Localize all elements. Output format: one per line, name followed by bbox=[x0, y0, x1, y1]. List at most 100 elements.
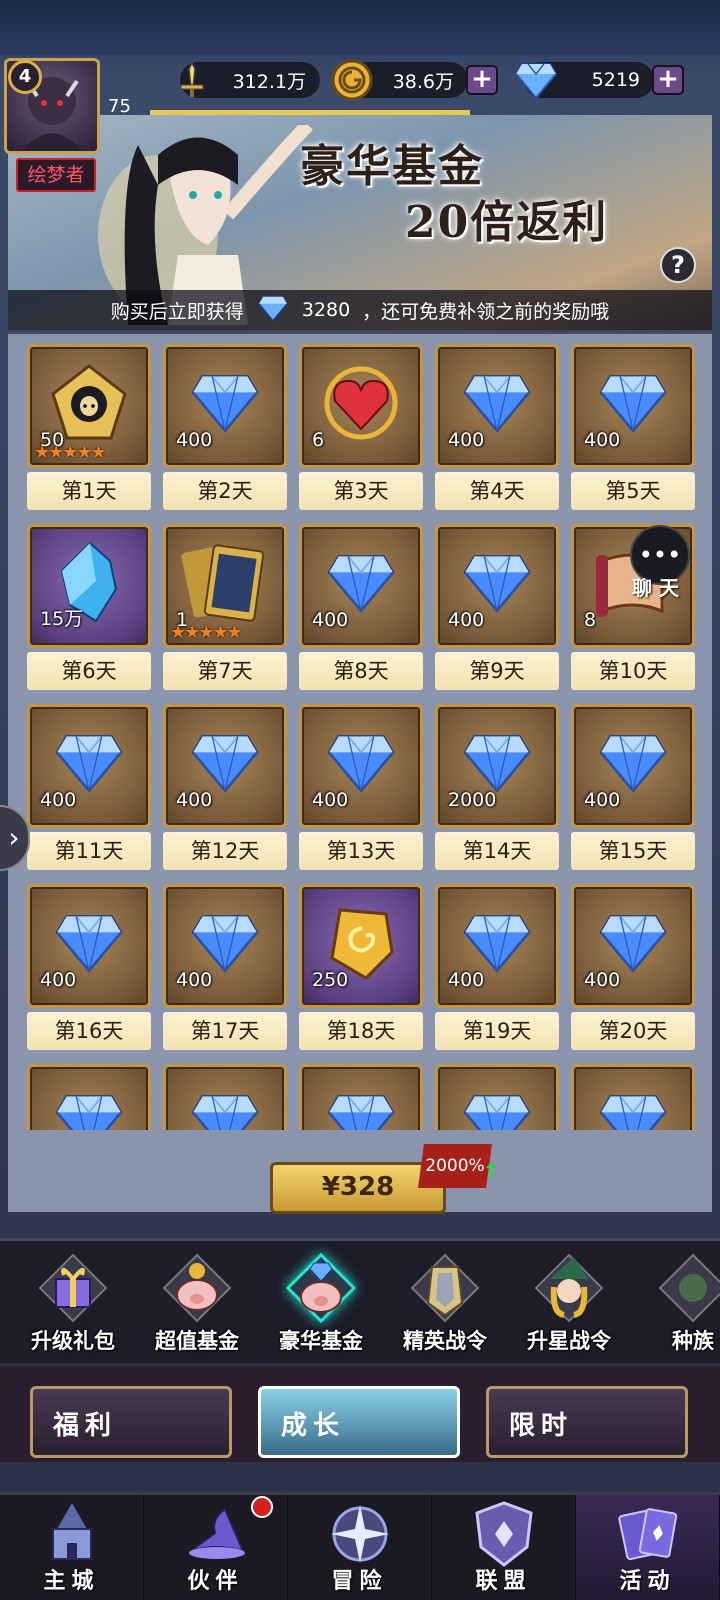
diamond-icon bbox=[593, 370, 673, 438]
nav-item[interactable]: 活动 bbox=[576, 1495, 720, 1600]
reward-day-label: 第12天 bbox=[163, 832, 287, 870]
section-tab[interactable]: 成长 bbox=[258, 1386, 460, 1458]
power-value: 312.1万 bbox=[232, 70, 306, 93]
reward-cell[interactable]: 50 ★★★★★ 第1天 bbox=[26, 344, 152, 510]
reward-item[interactable]: 15万 bbox=[27, 524, 151, 648]
reward-cell[interactable]: 400 第2天 bbox=[162, 344, 288, 510]
reward-cell[interactable]: 400 第17天 bbox=[162, 884, 288, 1050]
diamond-icon bbox=[185, 370, 265, 438]
reward-quantity: 2000 bbox=[448, 789, 497, 811]
reward-item[interactable]: 400 bbox=[571, 344, 695, 468]
reward-day-label: 第13天 bbox=[299, 832, 423, 870]
reward-grid: 50 ★★★★★ 第1天 400 第2天 6 第3天 400 第4天 400 第5天 15万 第6天 1 ★… bbox=[18, 344, 702, 1130]
reward-item[interactable]: 1 ★★★★★ bbox=[163, 524, 287, 648]
reward-quantity: 400 bbox=[584, 969, 621, 991]
reward-item[interactable]: 6 bbox=[299, 344, 423, 468]
reward-item[interactable]: 400 bbox=[27, 704, 151, 828]
diamond-icon bbox=[185, 910, 265, 978]
nav-item[interactable]: 冒险 bbox=[288, 1495, 432, 1600]
reward-cell[interactable]: 400 第16天 bbox=[26, 884, 152, 1050]
reward-cell[interactable]: 400 第12天 bbox=[162, 704, 288, 870]
diamond-icon bbox=[321, 550, 401, 618]
reward-item[interactable] bbox=[571, 1064, 695, 1130]
reward-item[interactable]: 400 bbox=[163, 704, 287, 828]
reward-item[interactable]: 400 bbox=[571, 704, 695, 828]
category-tab[interactable]: 升级礼包 bbox=[12, 1247, 134, 1363]
reward-cell[interactable]: 400 第5天 bbox=[570, 344, 696, 510]
reward-item[interactable]: 400 bbox=[435, 524, 559, 648]
reward-item[interactable]: 400 bbox=[571, 884, 695, 1008]
reward-day-label: 第14天 bbox=[435, 832, 559, 870]
reward-item[interactable] bbox=[163, 1064, 287, 1130]
reward-cell[interactable] bbox=[162, 1064, 288, 1130]
gold-value: 38.6万 bbox=[392, 70, 454, 93]
nav-item[interactable]: 主城 bbox=[0, 1495, 144, 1600]
category-tab[interactable]: 精英战令 bbox=[384, 1247, 506, 1363]
category-tab[interactable]: 升星战令 bbox=[508, 1247, 630, 1363]
gift-box-icon bbox=[38, 1253, 108, 1323]
reward-item[interactable]: 400 bbox=[299, 524, 423, 648]
buy-button[interactable]: ¥328 bbox=[270, 1162, 446, 1214]
reward-item[interactable]: 400 bbox=[299, 704, 423, 828]
reward-cell[interactable]: 400 第15天 bbox=[570, 704, 696, 870]
reward-cell[interactable]: 15万 第6天 bbox=[26, 524, 152, 690]
reward-cell[interactable]: 400 第4天 bbox=[434, 344, 560, 510]
reward-cell[interactable]: 6 第3天 bbox=[298, 344, 424, 510]
diamond-icon bbox=[256, 294, 290, 327]
diamond-icon bbox=[457, 1090, 537, 1130]
reward-quantity: 400 bbox=[448, 609, 485, 631]
piggy-bank-icon bbox=[162, 1253, 232, 1323]
reward-cell[interactable]: 400 第13天 bbox=[298, 704, 424, 870]
add-diamond-button[interactable]: + bbox=[652, 65, 684, 95]
section-tab[interactable]: 福利 bbox=[30, 1386, 232, 1458]
reward-item[interactable]: 400 bbox=[163, 884, 287, 1008]
reward-cell[interactable]: 400 第20天 bbox=[570, 884, 696, 1050]
nav-label: 伙伴 bbox=[187, 1569, 244, 1594]
reward-cell[interactable] bbox=[26, 1064, 152, 1130]
reward-scroll-area[interactable]: 50 ★★★★★ 第1天 400 第2天 6 第3天 400 第4天 400 第5天 15万 第6天 1 ★… bbox=[18, 344, 702, 1130]
reward-cell[interactable]: 400 第19天 bbox=[434, 884, 560, 1050]
cards-icon bbox=[613, 1499, 683, 1569]
add-gold-button[interactable]: + bbox=[466, 65, 498, 95]
card-pack-icon bbox=[181, 538, 269, 630]
reward-quantity: 400 bbox=[312, 609, 349, 631]
category-label: 升星战令 bbox=[527, 1329, 611, 1353]
reward-cell[interactable] bbox=[434, 1064, 560, 1130]
reward-item[interactable]: 250 bbox=[299, 884, 423, 1008]
diamond-icon bbox=[185, 1090, 265, 1130]
reward-item[interactable]: 50 ★★★★★ bbox=[27, 344, 151, 468]
alliance-shield-icon bbox=[469, 1499, 539, 1569]
reward-item[interactable]: 400 bbox=[27, 884, 151, 1008]
diamond-icon bbox=[593, 730, 673, 798]
reward-item[interactable] bbox=[27, 1064, 151, 1130]
level-badge: 4 bbox=[8, 60, 42, 94]
reward-cell[interactable] bbox=[570, 1064, 696, 1130]
reward-cell[interactable]: 400 第8天 bbox=[298, 524, 424, 690]
banner-title-line2: 20倍返利 bbox=[405, 197, 609, 248]
category-tab[interactable]: 豪华基金 bbox=[260, 1247, 382, 1363]
player-title-tag: 绘梦者 bbox=[16, 158, 96, 192]
diamond-icon bbox=[457, 910, 537, 978]
category-tab[interactable]: 种族 bbox=[632, 1247, 720, 1363]
reward-cell[interactable]: 250 第18天 bbox=[298, 884, 424, 1050]
category-tab[interactable]: 超值基金 bbox=[136, 1247, 258, 1363]
chat-label[interactable]: 聊 天 bbox=[632, 572, 679, 601]
section-tab[interactable]: 限时 bbox=[486, 1386, 688, 1458]
nav-item[interactable]: 联盟 bbox=[432, 1495, 576, 1600]
reward-cell[interactable]: 1 ★★★★★ 第7天 bbox=[162, 524, 288, 690]
reward-cell[interactable]: 400 第9天 bbox=[434, 524, 560, 690]
reward-item[interactable] bbox=[299, 1064, 423, 1130]
reward-item[interactable]: 400 bbox=[435, 344, 559, 468]
reward-item[interactable]: 2000 bbox=[435, 704, 559, 828]
reward-quantity: 400 bbox=[584, 789, 621, 811]
reward-cell[interactable]: 2000 第14天 bbox=[434, 704, 560, 870]
help-button[interactable]: ? bbox=[660, 247, 696, 283]
reward-cell[interactable]: 400 第11天 bbox=[26, 704, 152, 870]
reward-cell[interactable] bbox=[298, 1064, 424, 1130]
diamond-display: 5219 bbox=[514, 62, 654, 100]
reward-item[interactable]: 400 bbox=[163, 344, 287, 468]
reward-item[interactable]: 400 bbox=[435, 884, 559, 1008]
wizard-hat-icon bbox=[181, 1499, 251, 1569]
reward-item[interactable] bbox=[435, 1064, 559, 1130]
exp-bar bbox=[150, 110, 470, 115]
